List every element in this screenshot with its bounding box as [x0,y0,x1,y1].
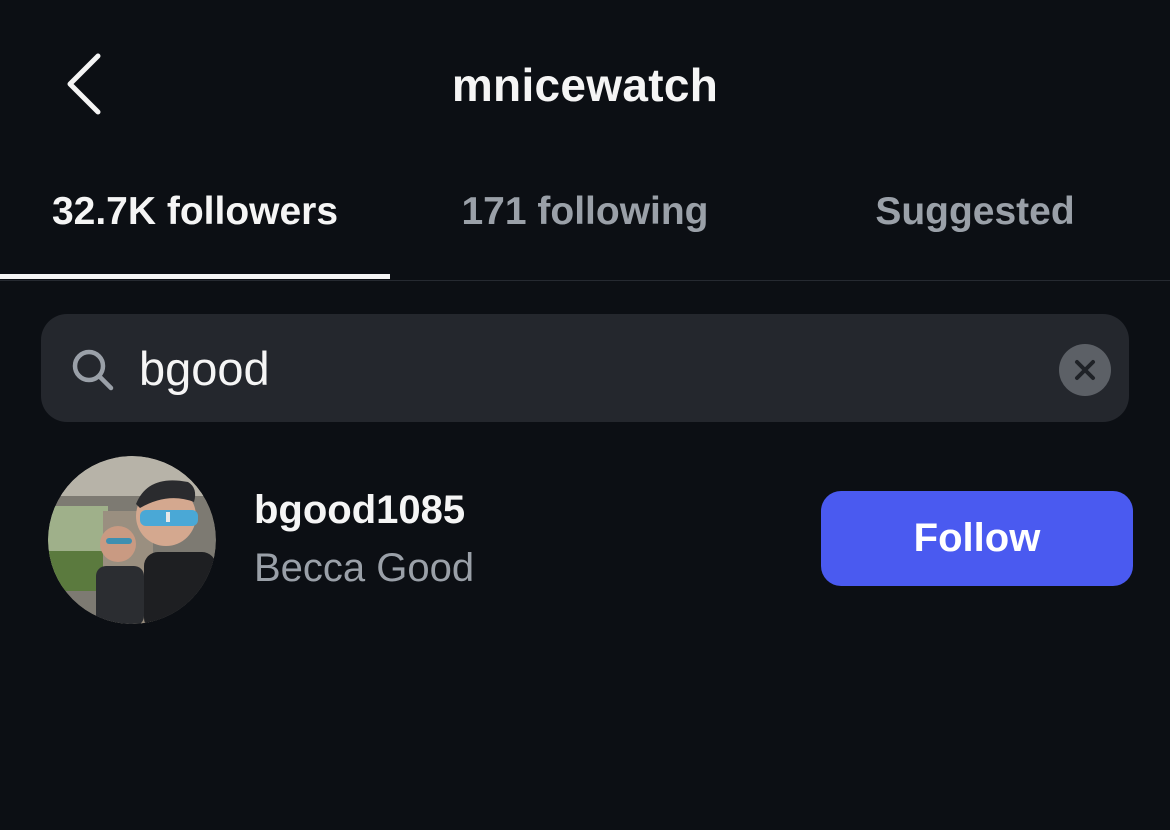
search-input[interactable] [139,334,1019,402]
result-username[interactable]: bgood1085 [254,488,465,533]
result-full-name: Becca Good [254,546,475,590]
search-icon [72,349,114,391]
active-tab-indicator [0,274,390,279]
header: mnicewatch [0,0,1170,170]
search-bar [41,314,1129,422]
follow-button[interactable]: Follow [821,491,1133,586]
page-title: mnicewatch [451,59,719,111]
list-item[interactable]: bgood1085 Becca Good Follow [0,450,1170,630]
avatar[interactable] [48,456,216,624]
tab-followers[interactable]: 32.7K followers [0,190,390,250]
clear-search-button[interactable] [1059,344,1111,396]
tab-following[interactable]: 171 following [390,190,780,250]
tab-suggested[interactable]: Suggested [780,190,1170,250]
avatar-photo [48,456,216,624]
tab-bar: 32.7K followers 171 following Suggested [0,170,1170,281]
clear-icon [1075,360,1095,380]
followers-page: mnicewatch 32.7K followers 171 following… [0,0,1170,830]
